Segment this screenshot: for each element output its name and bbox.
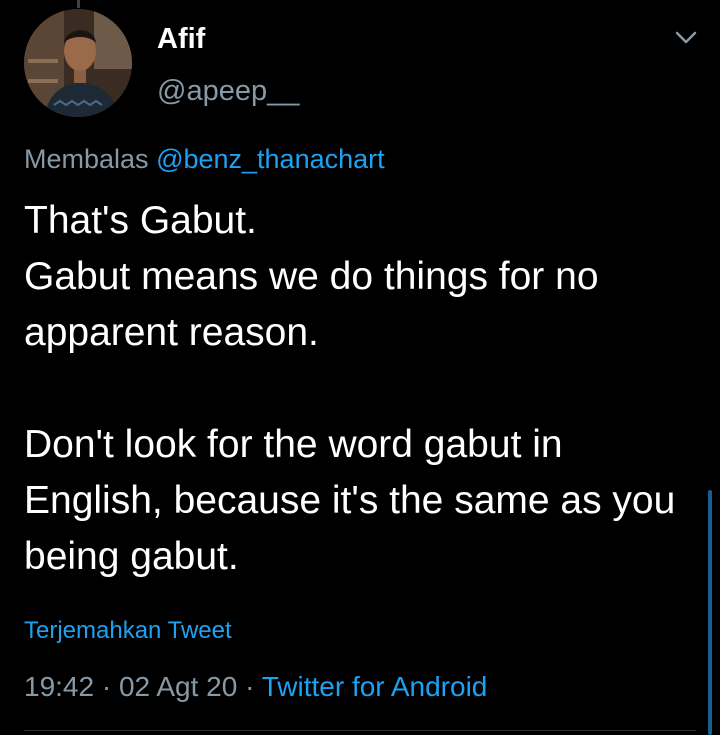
tweet-paragraph: Don't look for the word gabut in English…: [24, 423, 676, 578]
tweet-time[interactable]: 19:42: [24, 671, 94, 702]
author-handle[interactable]: @apeep__: [157, 74, 299, 108]
tweet-paragraph: That's Gabut. Gabut means we do things f…: [24, 199, 599, 354]
scrollbar[interactable]: [708, 490, 712, 735]
tweet-date[interactable]: 02 Agt 20: [119, 671, 237, 702]
divider: [24, 730, 696, 731]
avatar[interactable]: [24, 9, 132, 117]
tweet-meta: 19:42 · 02 Agt 20 · Twitter for Android: [24, 669, 487, 705]
author-display-name[interactable]: Afif: [157, 22, 205, 56]
meta-separator: ·: [94, 671, 119, 702]
chevron-down-icon[interactable]: [674, 28, 698, 46]
meta-separator: ·: [237, 671, 262, 702]
avatar-photo-icon: [24, 9, 132, 117]
translate-tweet-link[interactable]: Terjemahkan Tweet: [24, 615, 232, 647]
tweet-body: That's Gabut. Gabut means we do things f…: [24, 193, 694, 585]
tweet-source-link[interactable]: Twitter for Android: [262, 671, 488, 702]
reply-context: Membalas @benz_thanachart: [24, 142, 385, 176]
reply-mention-link[interactable]: @benz_thanachart: [156, 144, 385, 174]
thread-connector-line: [77, 0, 80, 8]
reply-prefix: Membalas: [24, 144, 149, 174]
